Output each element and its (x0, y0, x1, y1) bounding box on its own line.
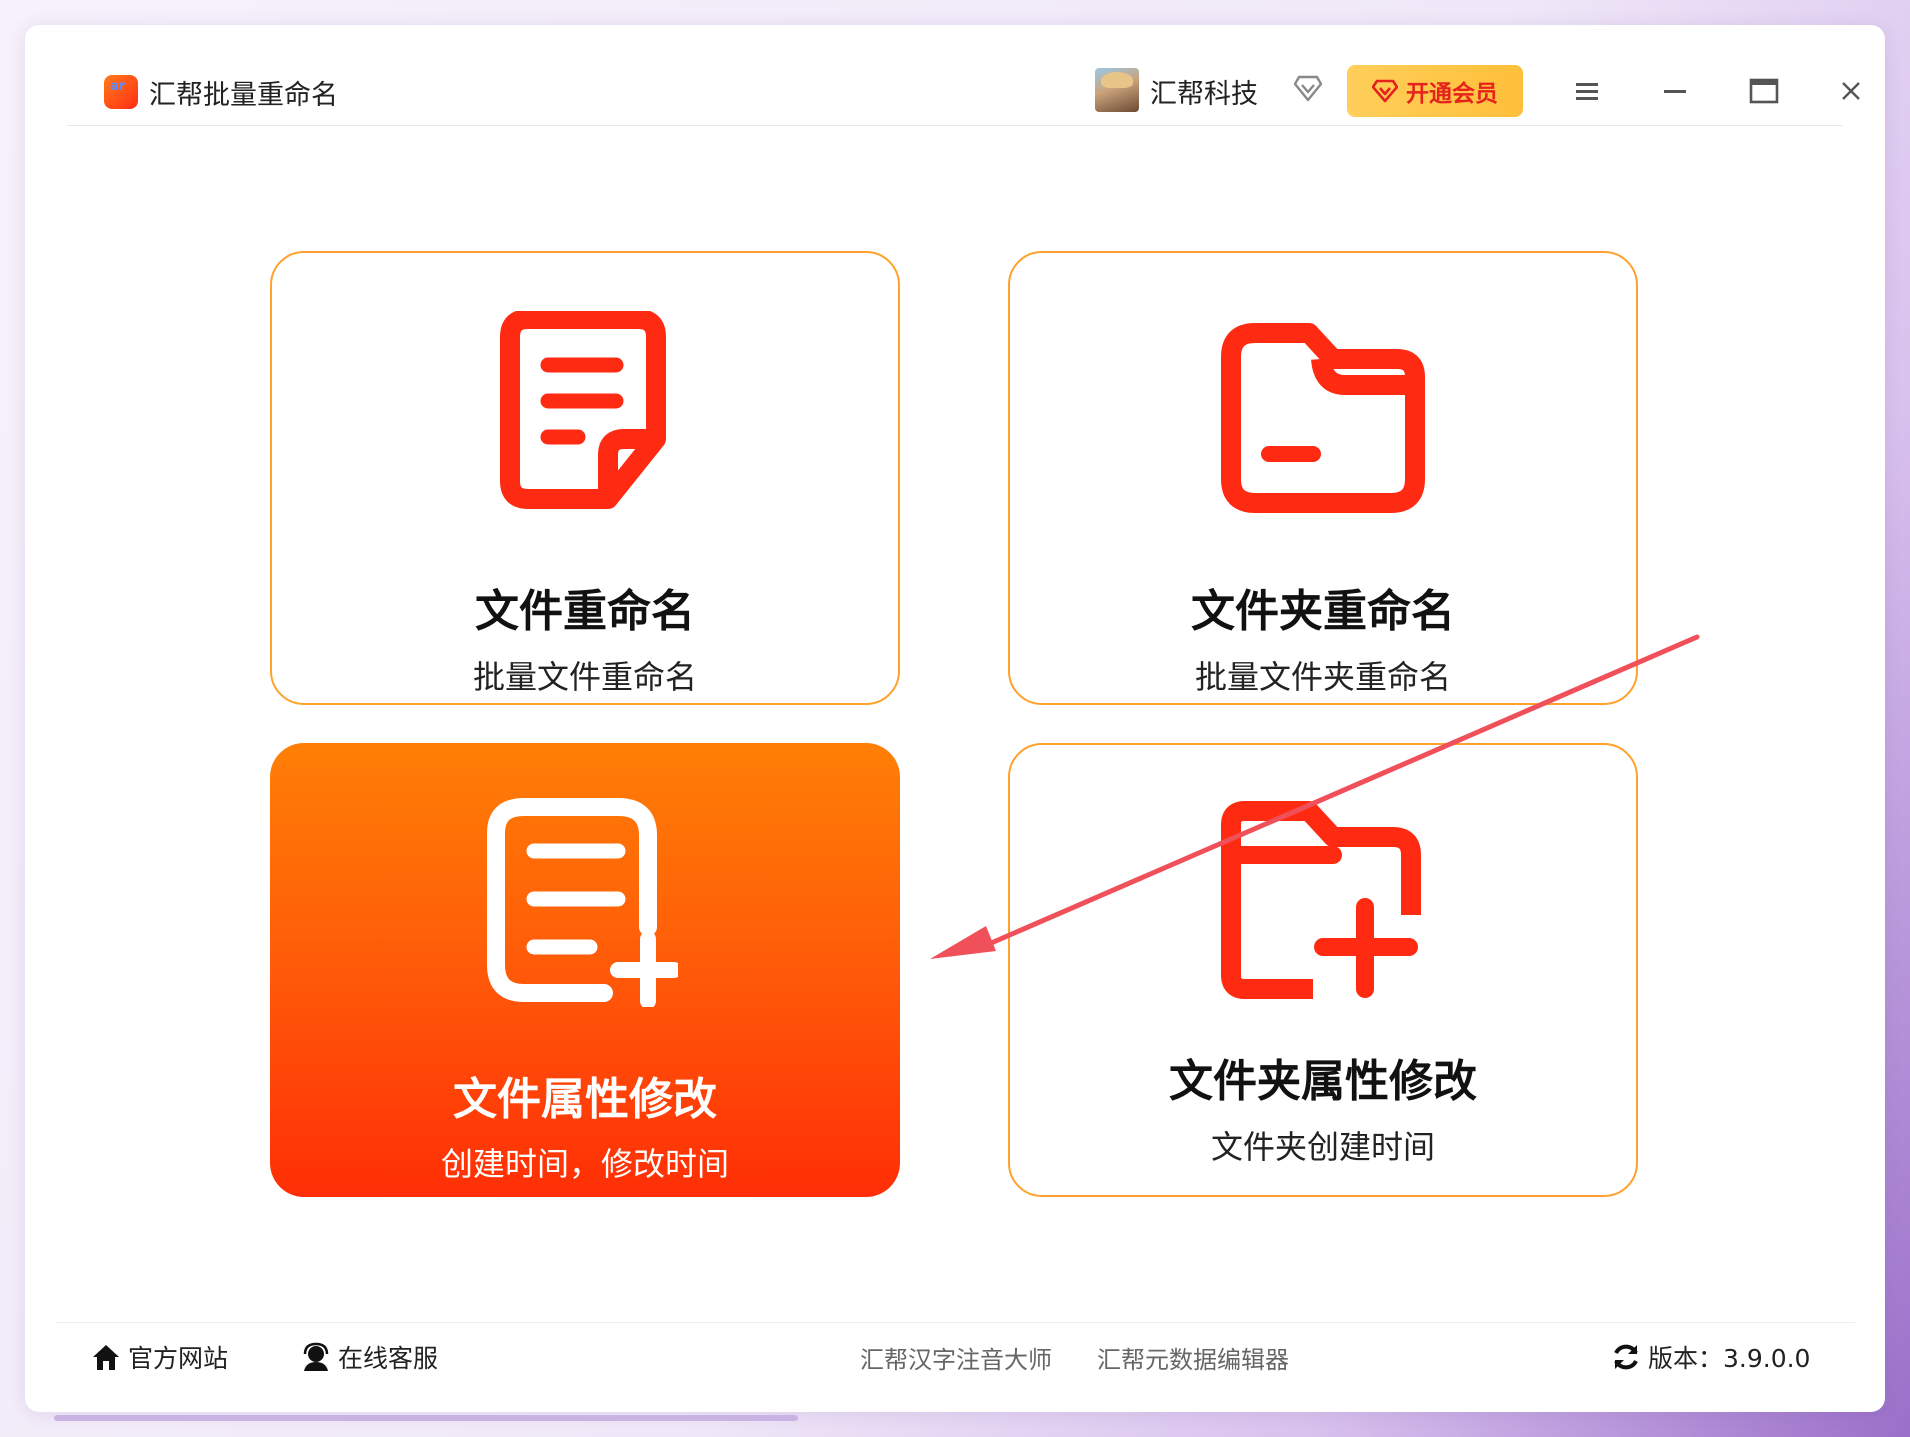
refresh-icon (1614, 1344, 1638, 1370)
official-site-link[interactable]: 官方网站 (90, 1337, 228, 1377)
maximize-icon[interactable] (1746, 73, 1782, 109)
version-label: 版本：3.9.0.0 (1648, 1344, 1811, 1373)
card-title: 文件重命名 (475, 586, 695, 637)
footer: 官方网站 在线客服 汇帮汉字注音大师 汇帮元数据编辑器 版本：3.9.0.0 (55, 1322, 1855, 1403)
app-window: ar 汇帮批量重命名 汇帮科技 开通会员 文件重命名 批量文件重命名 文件夹重命… (25, 25, 1885, 1412)
title-bar: ar 汇帮批量重命名 汇帮科技 开通会员 (67, 25, 1860, 126)
menu-icon[interactable] (1569, 73, 1605, 109)
vip-button[interactable]: 开通会员 (1347, 65, 1523, 117)
support-icon (303, 1342, 329, 1371)
online-support-link[interactable]: 在线客服 (300, 1337, 438, 1377)
card-title: 文件属性修改 (453, 1074, 717, 1125)
card-subtitle: 文件夹创建时间 (1210, 1128, 1435, 1166)
official-site-label: 官方网站 (128, 1344, 229, 1373)
card-title: 文件夹重命名 (1191, 586, 1455, 637)
close-icon[interactable] (1833, 73, 1869, 109)
minimize-icon[interactable] (1657, 73, 1693, 109)
diamond-icon[interactable] (1293, 73, 1323, 103)
card-subtitle: 批量文件夹重命名 (1194, 658, 1451, 696)
app-logo: ar (104, 75, 138, 109)
folder-icon (1221, 323, 1425, 513)
document-add-icon (487, 798, 678, 1007)
user-name[interactable]: 汇帮科技 (1150, 72, 1258, 111)
scroll-indicator (54, 1415, 798, 1421)
home-icon (93, 1345, 119, 1370)
card-folder-rename[interactable]: 文件夹重命名 批量文件夹重命名 (1008, 251, 1638, 705)
card-subtitle: 批量文件重命名 (472, 658, 697, 696)
app-title: 汇帮批量重命名 (149, 80, 338, 111)
avatar[interactable] (1095, 68, 1139, 112)
app-logo-text: ar (110, 79, 126, 94)
card-subtitle: 创建时间，修改时间 (440, 1145, 729, 1183)
diamond-vip-icon (1372, 79, 1398, 103)
version-info[interactable]: 版本：3.9.0.0 (1610, 1337, 1810, 1377)
document-icon (500, 311, 666, 509)
card-file-attributes[interactable]: 文件属性修改 创建时间，修改时间 (270, 743, 900, 1197)
card-file-rename[interactable]: 文件重命名 批量文件重命名 (270, 251, 900, 705)
card-folder-attributes[interactable]: 文件夹属性修改 文件夹创建时间 (1008, 743, 1638, 1197)
vip-button-label: 开通会员 (1406, 80, 1498, 106)
card-title: 文件夹属性修改 (1169, 1056, 1477, 1107)
pinyin-app-link[interactable]: 汇帮汉字注音大师 (860, 1337, 1052, 1377)
online-support-label: 在线客服 (338, 1344, 439, 1373)
folder-add-icon (1221, 801, 1421, 999)
metadata-app-link[interactable]: 汇帮元数据编辑器 (1097, 1337, 1289, 1377)
